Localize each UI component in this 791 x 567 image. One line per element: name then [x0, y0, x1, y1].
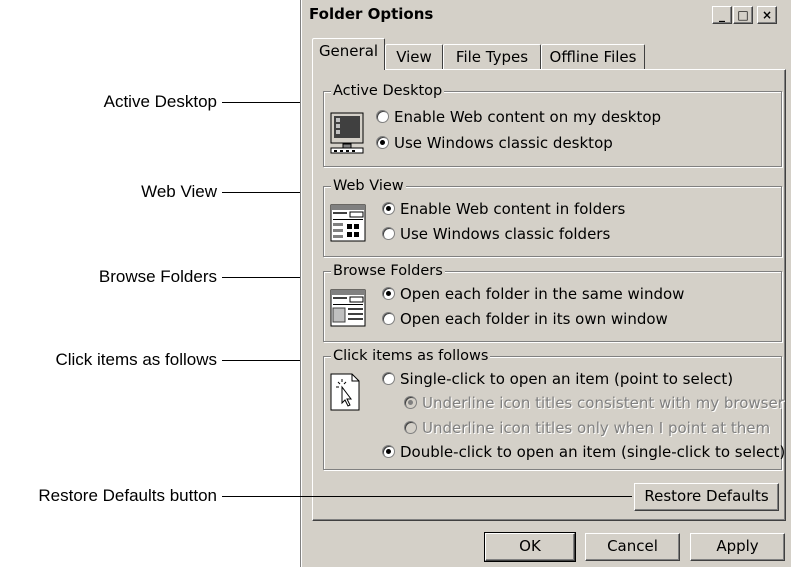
same-window-radio[interactable]: Open each folder in the same window: [382, 284, 684, 304]
active-desktop-legend: Active Desktop: [331, 82, 445, 100]
radio-indicator: [382, 312, 395, 325]
radio-indicator: [376, 136, 389, 149]
click-items-legend: Click items as follows: [331, 347, 491, 365]
window-title: Folder Options: [309, 5, 434, 23]
underline-point-radio[interactable]: Underline icon titles only when I point …: [404, 418, 770, 438]
option-label: Open each folder in the same window: [400, 285, 685, 303]
title-bar[interactable]: Folder Options _ □ ×: [305, 2, 791, 27]
classic-folders-radio[interactable]: Use Windows classic folders: [382, 224, 610, 244]
enable-web-folders-radio[interactable]: Enable Web content in folders: [382, 199, 625, 219]
classic-desktop-radio[interactable]: Use Windows classic desktop: [376, 133, 613, 153]
tab-general[interactable]: General: [312, 38, 385, 70]
minimize-button[interactable]: _: [712, 6, 732, 24]
browse-window-icon: [330, 289, 366, 327]
close-button[interactable]: ×: [757, 6, 777, 24]
radio-indicator: [382, 202, 395, 215]
option-label: Enable Web content on my desktop: [394, 108, 662, 126]
radio-indicator: [382, 287, 395, 300]
radio-indicator: [404, 421, 417, 434]
callout-web-view: Web View: [141, 182, 217, 201]
restore-defaults-button[interactable]: Restore Defaults: [634, 483, 779, 511]
web-folder-icon: [330, 204, 366, 242]
radio-indicator: [382, 227, 395, 240]
general-tab-panel: Active Desktop Enable Web content on my …: [312, 69, 786, 521]
apply-button[interactable]: Apply: [690, 533, 785, 561]
radio-indicator: [404, 396, 417, 409]
ok-button[interactable]: OK: [484, 532, 576, 562]
web-view-group: Web View Enable Web content in folders U…: [323, 177, 782, 257]
enable-web-desktop-radio[interactable]: Enable Web content on my desktop: [376, 107, 661, 127]
minimize-icon: _: [719, 8, 725, 22]
single-click-radio[interactable]: Single-click to open an item (point to s…: [382, 369, 733, 389]
maximize-button[interactable]: □: [733, 6, 753, 24]
radio-indicator: [382, 445, 395, 458]
cancel-button[interactable]: Cancel: [585, 533, 680, 561]
radio-indicator: [382, 372, 395, 385]
tab-offline-files[interactable]: Offline Files: [541, 44, 645, 69]
monitor-icon: [330, 112, 364, 154]
option-label: Use Windows classic folders: [400, 225, 611, 243]
callout-browse-folders: Browse Folders: [98, 267, 217, 286]
folder-options-dialog: Folder Options _ □ × General View File T…: [300, 0, 791, 567]
callout-active-desktop: Active Desktop: [103, 92, 217, 111]
option-label: Use Windows classic desktop: [394, 134, 613, 152]
browse-folders-group: Browse Folders Open each folder in the s…: [323, 262, 782, 342]
callout-click-items: Click items as follows: [55, 350, 217, 369]
option-label: Underline icon titles consistent with my…: [422, 394, 784, 412]
click-items-group: Click items as follows Single-click to o…: [323, 347, 785, 470]
close-icon: ×: [761, 8, 773, 22]
option-label: Underline icon titles only when I point …: [422, 419, 771, 437]
double-click-radio[interactable]: Double-click to open an item (single-cli…: [382, 442, 785, 462]
option-label: Single-click to open an item (point to s…: [400, 370, 734, 388]
tab-file-types[interactable]: File Types: [443, 44, 541, 69]
web-view-legend: Web View: [331, 177, 406, 195]
leader-line: [222, 496, 632, 497]
callout-restore-defaults: Restore Defaults button: [38, 486, 217, 505]
browse-folders-legend: Browse Folders: [331, 262, 445, 280]
own-window-radio[interactable]: Open each folder in its own window: [382, 309, 668, 329]
radio-indicator: [376, 110, 389, 123]
active-desktop-group: Active Desktop Enable Web content on my …: [323, 82, 782, 167]
option-label: Double-click to open an item (single-cli…: [400, 443, 786, 461]
tab-view[interactable]: View: [385, 44, 443, 69]
option-label: Enable Web content in folders: [400, 200, 626, 218]
maximize-icon: □: [737, 8, 749, 22]
pointer-click-icon: [330, 373, 360, 411]
option-label: Open each folder in its own window: [400, 310, 668, 328]
underline-browser-radio[interactable]: Underline icon titles consistent with my…: [404, 393, 784, 413]
